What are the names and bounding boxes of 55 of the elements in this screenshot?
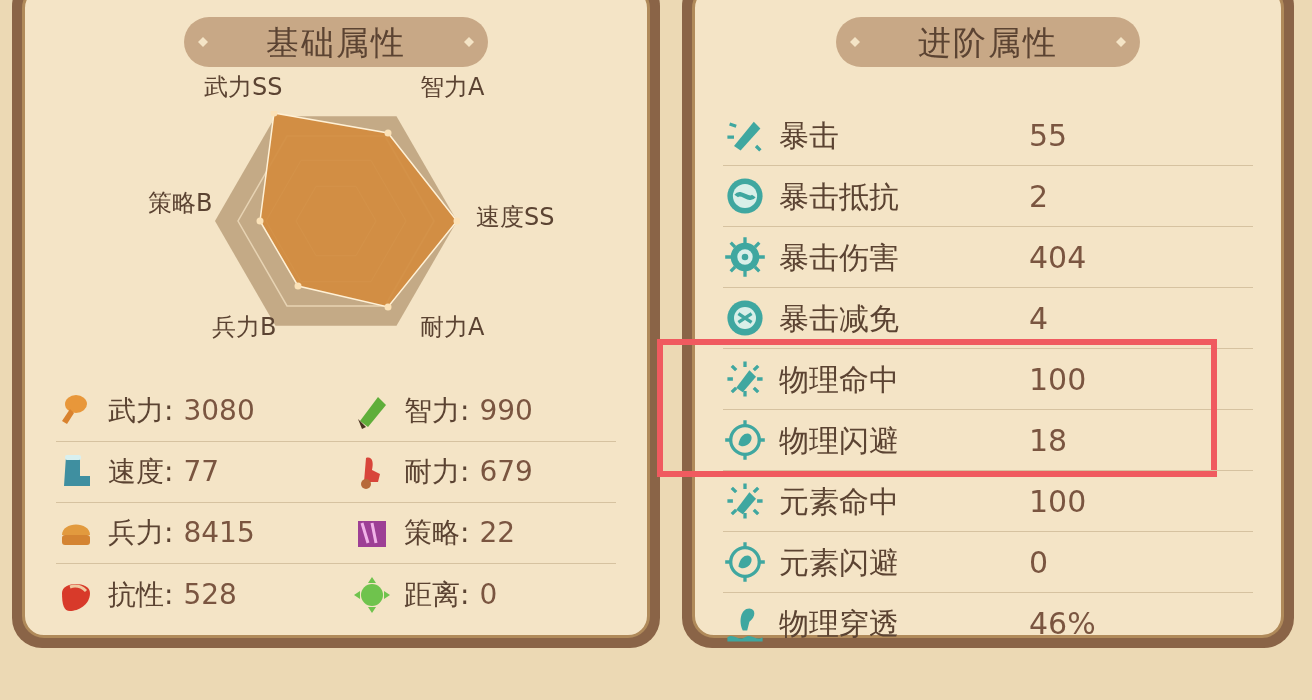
gear-icon bbox=[723, 235, 767, 279]
section-title-text: 基础属性 bbox=[266, 25, 406, 59]
stat-value: 528 bbox=[183, 576, 237, 613]
attribute-label: 物理穿透 bbox=[779, 605, 900, 643]
stat-label: 抗性: bbox=[108, 576, 174, 613]
stat-value: 8415 bbox=[183, 515, 255, 551]
attribute-value: 55 bbox=[1029, 116, 1068, 155]
attribute-value: 100 bbox=[1029, 360, 1087, 399]
attribute-label: 暴击伤害 bbox=[779, 238, 900, 277]
stat-value: 990 bbox=[479, 393, 533, 429]
attribute-value: 100 bbox=[1029, 482, 1087, 521]
radar-axis-label: 速度SS bbox=[476, 202, 555, 233]
radar-axis-label: 耐力A bbox=[420, 312, 485, 343]
stat-label: 距离: bbox=[404, 576, 470, 613]
stat-label: 策略: bbox=[404, 515, 470, 551]
radar-point bbox=[256, 217, 264, 225]
radar-axis-label: 智力A bbox=[420, 72, 485, 103]
stat-value: 679 bbox=[479, 454, 533, 490]
section-title-text: 进阶属性 bbox=[918, 25, 1058, 59]
stat-value: 0 bbox=[479, 576, 498, 613]
attribute-label: 物理闪避 bbox=[779, 421, 900, 460]
stat-value: 3080 bbox=[183, 393, 255, 429]
diamond-icon bbox=[198, 37, 208, 47]
stat-label: 兵力: bbox=[108, 515, 174, 551]
radar-point bbox=[270, 111, 278, 117]
attribute-value: 18 bbox=[1029, 421, 1068, 460]
attribute-value: 404 bbox=[1029, 238, 1087, 277]
stat-label: 耐力: bbox=[404, 454, 470, 490]
attribute-label: 物理命中 bbox=[779, 360, 900, 399]
stat-value: 77 bbox=[183, 454, 220, 490]
diamond-icon bbox=[1116, 37, 1126, 47]
radar-axis-label: 武力SS bbox=[204, 72, 283, 103]
stat-label: 智力: bbox=[404, 393, 470, 429]
radar-axis-label: 兵力B bbox=[212, 312, 277, 343]
radar-point bbox=[453, 217, 460, 225]
attribute-value: 0 bbox=[1029, 543, 1049, 582]
stat-label: 武力: bbox=[108, 393, 174, 429]
attribute-label: 元素命中 bbox=[779, 482, 900, 521]
dodge-ring-icon bbox=[723, 418, 767, 462]
diamond-icon bbox=[850, 37, 860, 47]
diamond-icon bbox=[464, 37, 474, 47]
attribute-value: 46% bbox=[1029, 605, 1096, 643]
attribute-value: 2 bbox=[1029, 177, 1049, 216]
radar-point bbox=[384, 303, 392, 311]
radar-point bbox=[294, 282, 302, 290]
radar-axis-label: 策略B bbox=[148, 188, 213, 219]
stat-value: 22 bbox=[479, 515, 516, 551]
attribute-value: 4 bbox=[1029, 299, 1049, 338]
attribute-label: 暴击抵抗 bbox=[779, 177, 900, 216]
stat-label: 速度: bbox=[108, 454, 174, 490]
radar-point bbox=[384, 129, 392, 137]
dodge-ring-icon bbox=[723, 540, 767, 584]
attribute-label: 元素闪避 bbox=[779, 543, 900, 582]
attribute-label: 暴击减免 bbox=[779, 299, 900, 338]
attribute-label: 暴击 bbox=[779, 116, 840, 155]
